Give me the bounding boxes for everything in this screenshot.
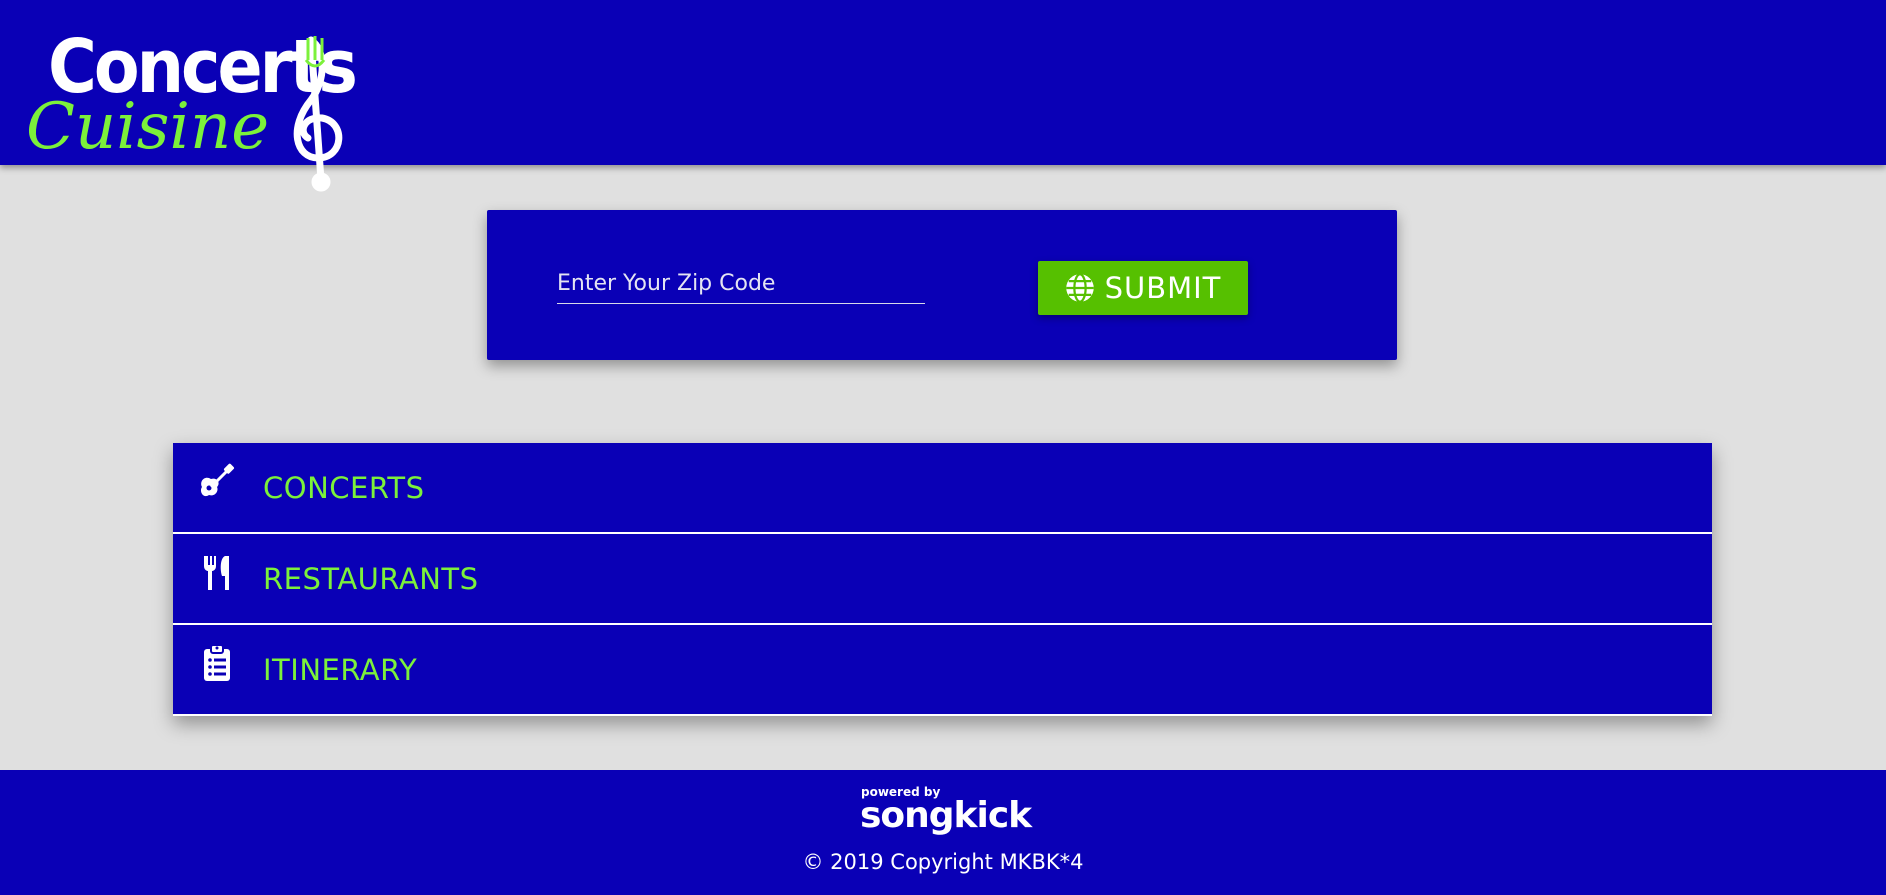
nav-label-concerts: CONCERTS — [263, 471, 425, 505]
globe-icon — [1065, 273, 1094, 303]
nav-item-restaurants[interactable]: RESTAURANTS — [173, 534, 1712, 625]
concerts-cuisine-logo[interactable]: Concerts Cuisine — [26, 10, 366, 195]
zip-search-card: SUBMIT — [487, 210, 1397, 360]
nav-item-concerts[interactable]: CONCERTS — [173, 443, 1712, 534]
songkick-brand: songkick — [860, 795, 1032, 836]
clipboard-list-icon — [197, 643, 237, 683]
site-footer: powered by songkick © 2019 Copyright MKB… — [0, 770, 1886, 895]
submit-button[interactable]: SUBMIT — [1038, 261, 1248, 315]
zip-code-input[interactable] — [557, 263, 925, 304]
nav-label-itinerary: ITINERARY — [263, 653, 418, 687]
main-nav-panel: CONCERTS RESTAURANTS ITINERARY — [173, 443, 1712, 716]
utensils-icon — [197, 552, 237, 592]
nav-item-itinerary[interactable]: ITINERARY — [173, 625, 1712, 716]
svg-text:Cuisine: Cuisine — [26, 90, 269, 164]
copyright-text: © 2019 Copyright MKBK*4 — [802, 850, 1084, 874]
nav-label-restaurants: RESTAURANTS — [263, 562, 479, 596]
submit-label: SUBMIT — [1104, 271, 1222, 305]
songkick-logo[interactable]: powered by songkick — [860, 786, 1032, 836]
guitar-icon — [197, 461, 237, 501]
